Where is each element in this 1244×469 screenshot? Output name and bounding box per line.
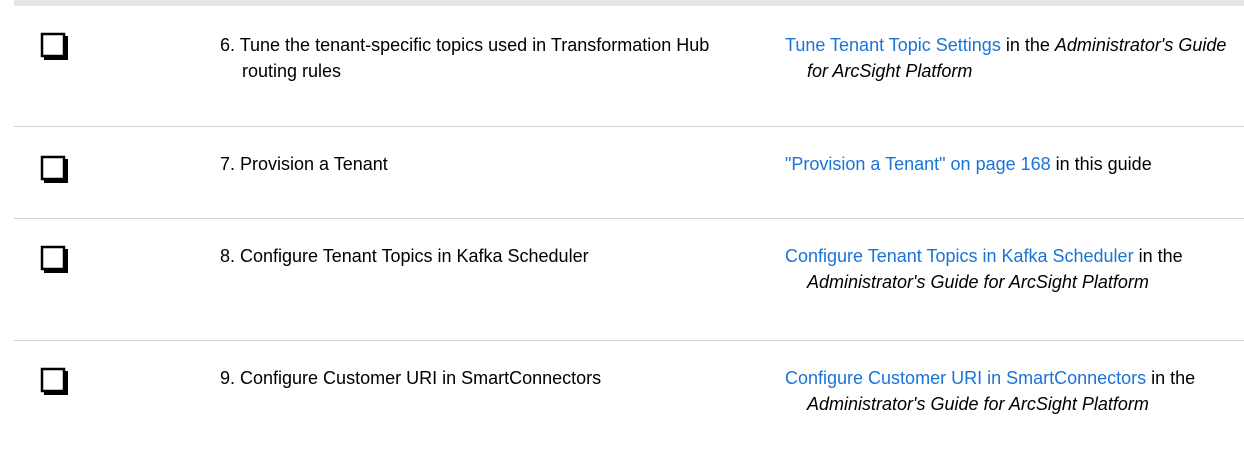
reference-guide-title: Administrator's Guide for ArcSight Platf… [807,272,1149,292]
reference-link[interactable]: Configure Customer URI in SmartConnector… [785,368,1146,388]
checkbox-icon[interactable] [40,367,70,397]
reference-connector: in the [1133,246,1183,266]
checkbox-icon[interactable] [40,155,70,185]
step-text: 6. Tune the tenant-specific topics used … [220,32,750,84]
reference-link[interactable]: Tune Tenant Topic Settings [785,35,1001,55]
reference-cell: Tune Tenant Topic Settings in the Admini… [785,32,1240,84]
step-label: 7. Provision a Tenant [220,154,388,174]
reference-connector: in this guide [1050,154,1152,174]
reference-link[interactable]: "Provision a Tenant" on page 168 [785,154,1051,174]
reference-cell: Configure Customer URI in SmartConnector… [785,365,1240,417]
step-text: 9. Configure Customer URI in SmartConnec… [220,365,750,391]
reference-link[interactable]: Configure Tenant Topics in Kafka Schedul… [785,246,1134,266]
step-label: 6. Tune the tenant-specific topics used … [220,35,710,81]
step-label: 9. Configure Customer URI in SmartConnec… [220,368,602,388]
reference-cell: "Provision a Tenant" on page 168 in this… [785,151,1240,177]
checkbox-icon[interactable] [40,245,70,275]
reference-guide-title: Administrator's Guide for ArcSight Platf… [807,394,1149,414]
table-row: 7. Provision a Tenant "Provision a Tenan… [14,127,1244,219]
table-row: 8. Configure Tenant Topics in Kafka Sche… [14,219,1244,341]
step-label: 8. Configure Tenant Topics in Kafka Sche… [220,246,589,266]
reference-connector: in the [1146,368,1196,388]
reference-connector: in the [1000,35,1055,55]
checklist-table: 6. Tune the tenant-specific topics used … [14,0,1244,463]
reference-cell: Configure Tenant Topics in Kafka Schedul… [785,243,1240,295]
table-row: 9. Configure Customer URI in SmartConnec… [14,341,1244,469]
step-text: 7. Provision a Tenant [220,151,750,177]
table-row: 6. Tune the tenant-specific topics used … [14,6,1244,127]
checkbox-icon[interactable] [40,32,70,62]
step-text: 8. Configure Tenant Topics in Kafka Sche… [220,243,750,269]
